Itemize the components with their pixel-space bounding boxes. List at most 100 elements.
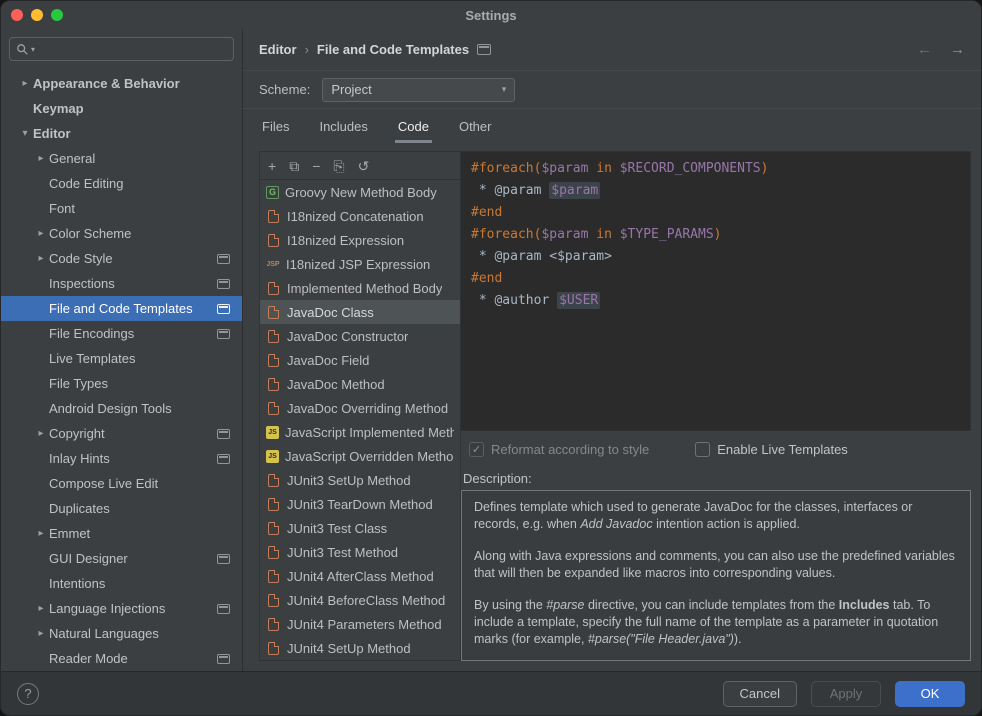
minimize-button[interactable] [31, 9, 43, 21]
scheme-row: Scheme: Project ▾ [243, 71, 981, 109]
breadcrumb-editor[interactable]: Editor [259, 42, 297, 57]
zoom-button[interactable] [51, 9, 63, 21]
template-list-item[interactable]: Implemented Method Body [260, 276, 460, 300]
template-list-item[interactable]: JavaDoc Constructor [260, 324, 460, 348]
sidebar-item-compose-live-edit[interactable]: Compose Live Edit [1, 471, 242, 496]
chevron-right-icon[interactable]: ▸ [17, 78, 33, 89]
sidebar-item-file-and-code-templates[interactable]: File and Code Templates [1, 296, 242, 321]
scheme-label: Scheme: [259, 82, 310, 97]
sidebar-item-intentions[interactable]: Intentions [1, 571, 242, 596]
template-list-item[interactable]: JUnit3 TearDown Method [260, 492, 460, 516]
sidebar-item-general[interactable]: ▸General [1, 146, 242, 171]
help-button[interactable]: ? [17, 683, 39, 705]
settings-tree: ▸Appearance & BehaviorKeymap▾Editor▸Gene… [1, 69, 242, 671]
ide-settings-icon [217, 604, 230, 614]
sidebar-item-language-injections[interactable]: ▸Language Injections [1, 596, 242, 621]
sidebar-item-gui-designer[interactable]: GUI Designer [1, 546, 242, 571]
search-icon [16, 43, 29, 56]
scheme-select[interactable]: Project ▾ [322, 78, 515, 102]
back-arrow-icon[interactable]: ← [917, 41, 932, 58]
sidebar-item-reader-mode[interactable]: Reader Mode [1, 646, 242, 671]
template-list-item[interactable]: JUnit4 BeforeClass Method [260, 588, 460, 612]
template-name: I18nized Concatenation [287, 209, 424, 224]
chevron-right-icon[interactable]: ▸ [33, 253, 49, 264]
template-tabs: Files Includes Code Other [243, 109, 981, 143]
reformat-label: Reformat according to style [491, 442, 649, 457]
sidebar-item-font[interactable]: Font [1, 196, 242, 221]
sidebar-item-code-editing[interactable]: Code Editing [1, 171, 242, 196]
template-list-item[interactable]: JavaDoc Class [260, 300, 460, 324]
reset-template-button[interactable]: ↺ [358, 159, 370, 173]
sidebar-item-live-templates[interactable]: Live Templates [1, 346, 242, 371]
sidebar-item-inspections[interactable]: Inspections [1, 271, 242, 296]
tab-other[interactable]: Other [456, 119, 495, 143]
sidebar-item-appearance-behavior[interactable]: ▸Appearance & Behavior [1, 71, 242, 96]
template-icon [268, 594, 279, 607]
settings-main: Editor › File and Code Templates ← → Sch… [243, 29, 981, 671]
copy-template-button[interactable]: ⧉ [289, 159, 299, 173]
template-list-item[interactable]: JSJavaScript Overridden Method [260, 444, 460, 468]
apply-button[interactable]: Apply [811, 681, 881, 707]
sidebar-item-android-design-tools[interactable]: Android Design Tools [1, 396, 242, 421]
reformat-checkbox[interactable]: ✓ [469, 442, 484, 457]
sidebar-item-natural-languages[interactable]: ▸Natural Languages [1, 621, 242, 646]
forward-arrow-icon[interactable]: → [950, 41, 965, 58]
template-name: JUnit3 SetUp Method [287, 473, 411, 488]
template-list-item[interactable]: JSJavaScript Implemented Method [260, 420, 460, 444]
duplicate-template-button[interactable]: ⎘ [333, 159, 344, 173]
sidebar-item-keymap[interactable]: Keymap [1, 96, 242, 121]
sidebar-item-label: Font [49, 201, 75, 216]
search-options-arrow-icon[interactable]: ▾ [31, 45, 35, 54]
template-name: I18nized JSP Expression [286, 257, 430, 272]
template-list-item[interactable]: I18nized Expression [260, 228, 460, 252]
chevron-down-icon[interactable]: ▾ [17, 128, 33, 139]
template-list-item[interactable]: JavaDoc Overriding Method [260, 396, 460, 420]
close-button[interactable] [11, 9, 23, 21]
template-list-item[interactable]: JUnit3 Test Class [260, 516, 460, 540]
window-title: Settings [465, 8, 516, 23]
sidebar-item-emmet[interactable]: ▸Emmet [1, 521, 242, 546]
chevron-right-icon[interactable]: ▸ [33, 628, 49, 639]
sidebar-item-copyright[interactable]: ▸Copyright [1, 421, 242, 446]
sidebar-item-editor[interactable]: ▾Editor [1, 121, 242, 146]
template-list-item[interactable]: JUnit3 Test Method [260, 540, 460, 564]
sidebar-item-label: Reader Mode [49, 651, 128, 666]
template-list-item[interactable]: JSPI18nized JSP Expression [260, 252, 460, 276]
settings-search[interactable]: ▾ [9, 37, 234, 61]
template-list-item[interactable]: I18nized Concatenation [260, 204, 460, 228]
template-list-item[interactable]: JavaDoc Field [260, 348, 460, 372]
template-list-item[interactable]: JUnit4 AfterClass Method [260, 564, 460, 588]
chevron-right-icon[interactable]: ▸ [33, 528, 49, 539]
template-list-item[interactable]: JUnit4 SetUp Method [260, 636, 460, 660]
template-list-item[interactable]: JUnit3 SetUp Method [260, 468, 460, 492]
sidebar-item-file-encodings[interactable]: File Encodings [1, 321, 242, 346]
description-box[interactable]: Defines template which used to generate … [461, 490, 971, 661]
chevron-down-icon: ▾ [502, 84, 507, 95]
template-list-item[interactable]: JavaDoc Method [260, 372, 460, 396]
search-input[interactable] [37, 41, 227, 58]
template-list-item[interactable]: JUnit4 Parameters Method [260, 612, 460, 636]
template-list-item[interactable]: GGroovy New Method Body [260, 180, 460, 204]
sidebar-item-inlay-hints[interactable]: Inlay Hints [1, 446, 242, 471]
sidebar-item-code-style[interactable]: ▸Code Style [1, 246, 242, 271]
chevron-right-icon[interactable]: ▸ [33, 153, 49, 164]
chevron-right-icon[interactable]: ▸ [33, 603, 49, 614]
settings-window: Settings ▾ ▸Appearance & BehaviorKeymap▾… [0, 0, 982, 716]
cancel-button[interactable]: Cancel [723, 681, 797, 707]
template-name: Implemented Method Body [287, 281, 442, 296]
sidebar-item-color-scheme[interactable]: ▸Color Scheme [1, 221, 242, 246]
groovy-icon: G [266, 186, 279, 199]
history-nav: ← → [917, 41, 965, 58]
ok-button[interactable]: OK [895, 681, 965, 707]
sidebar-item-duplicates[interactable]: Duplicates [1, 496, 242, 521]
sidebar-item-file-types[interactable]: File Types [1, 371, 242, 396]
chevron-right-icon[interactable]: ▸ [33, 228, 49, 239]
tab-code[interactable]: Code [395, 119, 432, 143]
remove-template-button[interactable]: − [312, 159, 320, 173]
tab-includes[interactable]: Includes [316, 119, 370, 143]
template-editor[interactable]: #foreach($param in $RECORD_COMPONENTS) *… [461, 151, 971, 431]
add-template-button[interactable]: + [268, 159, 276, 173]
chevron-right-icon[interactable]: ▸ [33, 428, 49, 439]
enable-live-templates-checkbox[interactable] [695, 442, 710, 457]
tab-files[interactable]: Files [259, 119, 292, 143]
